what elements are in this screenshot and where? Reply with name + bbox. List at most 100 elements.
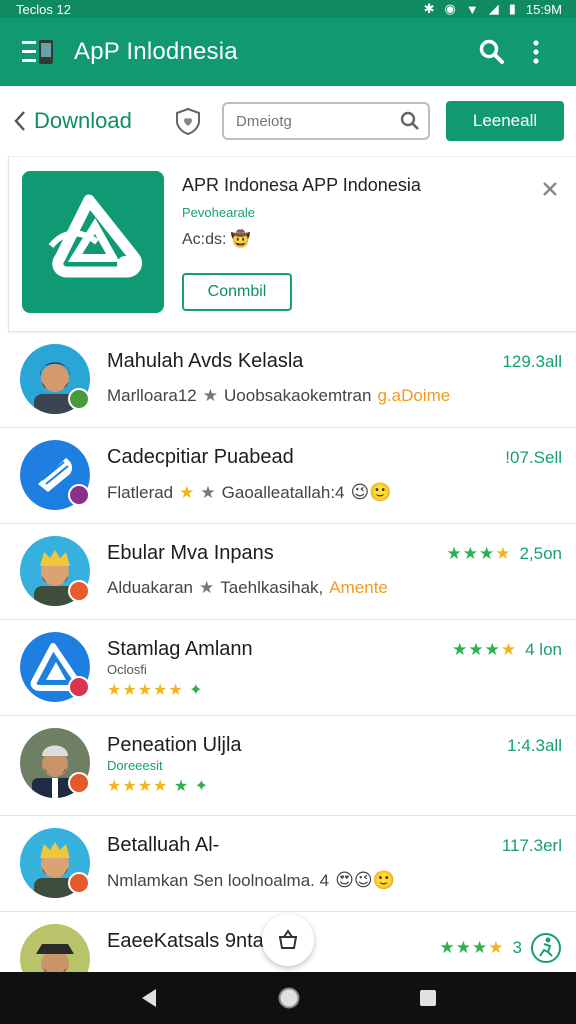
list-item[interactable]: Mahulah Avds Kelasla Marlloara12 ★ Uoobs… [0,332,576,428]
star-icon: ★ [200,482,216,502]
list-item[interactable]: Ebular Mva Inpans Alduakaran ★ Taehlkasi… [0,524,576,620]
list-item[interactable]: Peneation Uljla Doreeesit ★★★★ ★ ✦ 1:4.3… [0,716,576,816]
star-icon: ★ [179,482,195,502]
app-subtitle: Marlloara12 ★ Uoobsakaokemtran g.aDoime [107,386,450,406]
app-list: Mahulah Avds Kelasla Marlloara12 ★ Uoobs… [0,332,576,1008]
status-badge [68,772,90,794]
ads-label: Ac:ds: 🤠 [182,231,251,248]
app-category: Uoobsakaokemtran [224,386,372,405]
alarm-icon: ◉ [444,1,456,16]
rating-stars: ★★★★★ ✦ [107,680,204,700]
search-icon[interactable] [470,30,514,74]
system-nav-bar [0,972,576,1024]
app-title: Mahulah Avds Kelasla [107,350,304,372]
bluetooth-icon: ✱ [423,1,435,16]
status-left: Teclos 12 [16,1,71,17]
app-developer[interactable]: Pevohearale [182,205,255,220]
app-dev: Alduakaran [107,578,194,597]
rating-stars: ★★★★ [439,938,505,957]
back-label: Download [34,108,132,133]
primary-cta-button[interactable]: Leeneall [446,101,564,141]
app-title: Cadecpitiar Puabead [107,446,294,468]
rating-stars: ★★★★ ★ ✦ [107,776,209,796]
star-icon: ★ [199,578,215,597]
chevron-left-icon [14,111,25,131]
toolbar: Download Leeneall [0,86,576,156]
app-title: Ebular Mva Inpans [107,542,274,564]
basket-icon [278,929,298,949]
list-item[interactable]: Betalluah Al- Nmlamkan Sen loolnoalma. 4… [0,816,576,912]
size-label: !07.Sell [505,448,562,467]
app-title: Peneation Uljla [107,734,242,756]
status-badge [68,872,90,894]
app-size: 117.3erl [502,836,562,856]
install-button[interactable]: Conmbil [182,273,292,311]
running-icon[interactable] [530,932,562,964]
app-subtitle: Nmlamkan Sen loolnoalma. 4 😍😉🙂 [107,870,395,891]
app-name: APR Indonesa APP Indonesia [182,175,421,195]
leaf-icon: ✦ [194,778,210,795]
featured-app-card: APR Indonesa APP Indonesia Pevohearale A… [8,156,576,332]
rating-row: ★★★★ [107,778,169,795]
heart-shield-icon[interactable] [170,103,206,139]
app-size: ★★★★ 4 lon [452,640,562,660]
rating-row: ★★★★★ [107,682,184,699]
app-title: ApP Inlodnesia [74,38,238,65]
search-field[interactable] [222,102,430,140]
star-icon: ★ [173,778,190,795]
wifi-icon: ▼ [465,1,479,17]
emoji-reactions: 😉🙂 [350,482,392,502]
app-title: Betalluah Al- [107,834,220,856]
signal-icon: ◢ [488,1,499,16]
app-subtitle: Alduakaran ★ Taehlkasihak, Amente [107,578,388,598]
size-label: 2,5on [519,544,562,563]
leaf-icon: ✦ [189,682,204,699]
size-label: 1:4.3all [507,736,562,755]
app-size: ★★★★ 2,5on [446,544,562,564]
rating-stars: ★★★★ [446,544,512,563]
status-time: 15:9M [525,1,562,17]
search-icon[interactable] [400,111,420,131]
close-icon[interactable] [538,177,562,201]
app-size: !07.Sell [505,448,562,468]
app-developer: Doreeesit [107,758,163,773]
back-download-button[interactable]: Download [14,108,162,134]
emoji-reactions: 😍😉🙂 [335,870,396,890]
app-size: 1:4.3all [507,736,562,756]
size-label: 4 lon [525,640,562,659]
home-circle-icon[interactable] [277,986,301,1010]
basket-button[interactable] [262,914,314,966]
app-subtitle: Flatlerad ★ ★ Gaoalleatallah:4 😉🙂 [107,482,392,503]
battery-icon: ▮ [508,1,516,16]
app-title: EaeeKatsals 9ntal [107,930,269,952]
app-dev: Flatlerad [107,482,174,502]
app-logo[interactable] [22,171,164,313]
status-badge [68,580,90,602]
app-category: Gaoalleatallah:4 [221,482,345,502]
app-dev: Marlloara12 [107,386,197,405]
status-bar: Teclos 12 ✱ ◉ ▼ ◢ ▮ 15:9M [0,0,576,18]
status-badge [68,388,90,410]
status-badge [68,676,90,698]
app-category: Taehlkasihak, [220,578,324,597]
app-size: ★★★★ 3 [440,932,562,964]
app-bar: ApP Inlodnesia [0,18,576,86]
app-developer: Oclosfi [107,662,147,677]
status-badge [68,484,90,506]
menu-icon[interactable] [18,32,58,72]
app-tag: Amente [329,578,388,597]
back-triangle-icon[interactable] [138,987,160,1009]
list-item[interactable]: Stamlag Amlann Oclosfi ★★★★★ ✦ ★★★★ 4 lo… [0,620,576,716]
star-icon: ★ [202,386,219,405]
app-size: 129.3all [502,352,562,372]
app-title: Stamlag Amlann [107,638,253,660]
rating-stars: ★★★★ [452,640,518,659]
size-label: 117.3erl [501,836,562,855]
size-label: 129.3all [502,352,562,371]
recents-square-icon[interactable] [418,988,438,1008]
list-item[interactable]: Cadecpitiar Puabead Flatlerad ★ ★ Gaoall… [0,428,576,524]
search-input[interactable] [236,112,400,130]
size-label: 3 [512,938,522,957]
more-vert-icon[interactable] [514,30,558,74]
app-tag: g.aDoime [377,386,451,405]
